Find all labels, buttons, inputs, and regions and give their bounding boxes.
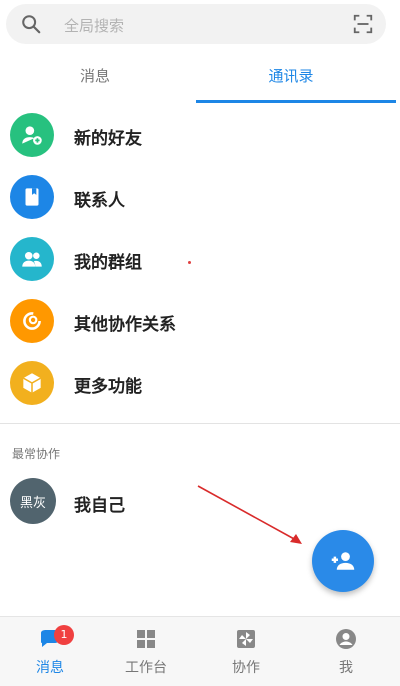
nav-me[interactable]: 我 [296,617,396,686]
nav-label: 协作 [232,660,260,676]
search-bar[interactable]: 全局搜索 [6,4,386,44]
add-contact-icon [331,552,355,570]
nav-workbench[interactable]: 工作台 [96,617,196,686]
nav-messages[interactable]: 1 消息 [0,617,100,686]
menu-item-other-collaboration[interactable]: 其他协作关系 [0,290,400,352]
pinwheel-icon [237,630,255,648]
menu-item-new-friends[interactable]: 新的好友 [0,104,400,166]
add-contact-fab[interactable] [312,530,374,592]
user-icon [336,629,356,649]
nav-collaboration[interactable]: 协作 [196,617,296,686]
tab-contacts[interactable]: 通讯录 [196,54,386,102]
unread-badge: 1 [54,625,74,645]
search-icon [22,15,41,34]
menu-label: 联系人 [74,191,125,211]
group-icon [10,237,54,281]
menu-label: 更多功能 [74,377,142,397]
contact-book-icon [10,175,54,219]
section-title-frequent: 最常协作 [12,447,61,461]
menu-label: 新的好友 [74,129,142,149]
search-placeholder[interactable]: 全局搜索 [64,15,124,36]
menu-item-my-groups[interactable]: 我的群组 [0,228,400,290]
active-tab-indicator [196,100,396,103]
nav-label: 工作台 [125,660,167,676]
collaboration-icon [10,299,54,343]
menu-item-contacts[interactable]: 联系人 [0,166,400,228]
bottom-nav: 1 消息 工作台 协作 我 [0,616,400,686]
annotation-arrow-icon [197,485,302,544]
tab-messages[interactable]: 消息 [0,54,190,102]
contact-name: 我自己 [74,496,125,516]
tab-bar: 消息 通讯录 [0,54,400,104]
scan-icon[interactable] [352,13,374,35]
nav-label: 消息 [36,660,64,676]
avatar: 黑灰 [10,478,56,524]
grid-icon [137,630,155,648]
nav-label: 我 [339,660,353,676]
add-user-icon [10,113,54,157]
menu-item-more-features[interactable]: 更多功能 [0,352,400,414]
decorative-dot [188,261,191,264]
section-divider [0,423,400,424]
menu-label: 其他协作关系 [74,315,176,335]
box-icon [10,361,54,405]
menu-label: 我的群组 [74,253,142,273]
